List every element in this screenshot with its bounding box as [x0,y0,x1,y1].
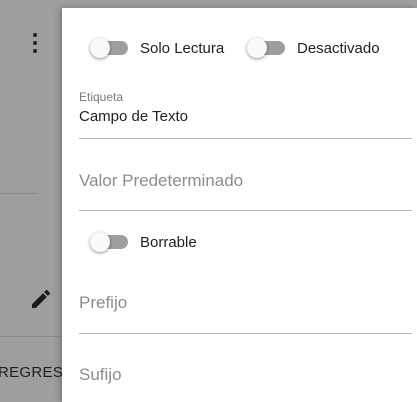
divider [0,193,38,194]
suffix-field[interactable]: Sufijo [79,360,412,402]
disabled-label: Desactivado [297,39,380,57]
label-field[interactable]: Etiqueta Campo de Texto [79,90,412,139]
prefix-placeholder[interactable]: Prefijo [79,293,127,313]
read-only-switch[interactable] [90,38,128,58]
field-settings-drawer: Solo Lectura Desactivado Etiqueta Campo … [62,8,417,402]
read-only-label: Solo Lectura [140,39,225,57]
field-underline [79,138,412,139]
clearable-toggle[interactable]: Borrable [90,232,197,252]
pencil-icon[interactable] [29,287,53,311]
default-value-field[interactable]: Valor Predeterminado [79,166,412,211]
prefix-field[interactable]: Prefijo [79,288,412,334]
default-value-placeholder[interactable]: Valor Predeterminado [79,171,243,191]
clearable-label: Borrable [140,233,197,251]
read-only-toggle[interactable]: Solo Lectura [90,38,224,58]
disabled-switch[interactable] [247,38,285,58]
field-underline [79,333,412,334]
more-vert-icon[interactable] [28,33,42,55]
label-field-value[interactable]: Campo de Texto [79,108,188,125]
suffix-placeholder[interactable]: Sufijo [79,365,122,385]
field-underline [79,210,412,211]
clearable-switch[interactable] [90,232,128,252]
label-field-floating-label: Etiqueta [79,90,124,104]
disabled-toggle[interactable]: Desactivado [247,38,380,58]
divider [0,336,62,337]
